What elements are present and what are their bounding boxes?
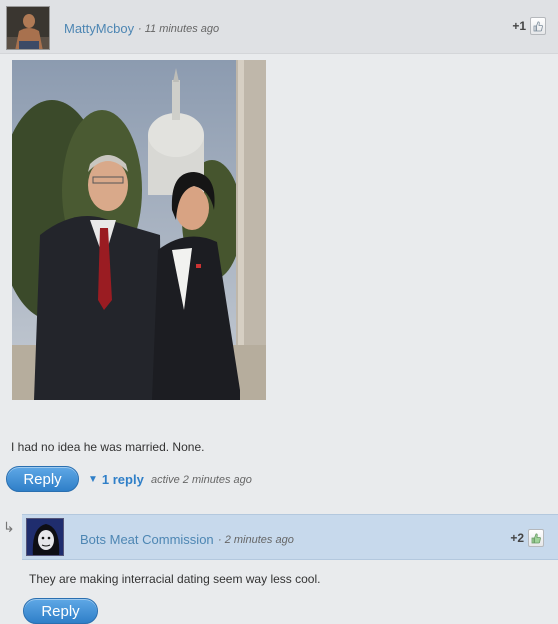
vote-count: +1 (512, 19, 526, 33)
reply-timestamp: · 2 minutes ago (218, 534, 294, 546)
avatar[interactable] (6, 6, 50, 50)
reply-button[interactable]: Reply (6, 466, 79, 492)
thumbs-up-icon[interactable] (528, 529, 544, 547)
thumbs-up-icon[interactable] (530, 17, 546, 35)
comment-author-link[interactable]: MattyMcboy (64, 21, 134, 36)
comment-body: I had no idea he was married. None. (11, 440, 205, 454)
vote-box: +1 (512, 17, 546, 35)
caret-down-icon: ▼ (88, 474, 98, 485)
reply-header: Bots Meat Commission · 2 minutes ago +2 (22, 514, 558, 560)
comment-header: MattyMcboy · 11 minutes ago +1 (0, 0, 558, 54)
reply-arrow-icon: ↳ (3, 519, 15, 535)
activity-timestamp: active 2 minutes ago (151, 474, 252, 486)
reply-vote-count: +2 (510, 531, 524, 545)
reply-vote-box: +2 (510, 529, 544, 547)
embedded-photo[interactable] (12, 60, 266, 400)
reply-button[interactable]: Reply (23, 598, 98, 624)
replies-toggle[interactable]: ▼ 1 reply (88, 472, 144, 487)
replies-count: 1 reply (101, 472, 144, 487)
comment-timestamp: · 11 minutes ago (138, 23, 220, 35)
reply-author-link[interactable]: Bots Meat Commission (80, 532, 214, 547)
reply-avatar[interactable] (26, 518, 64, 556)
reply-body: They are making interracial dating seem … (29, 572, 321, 586)
